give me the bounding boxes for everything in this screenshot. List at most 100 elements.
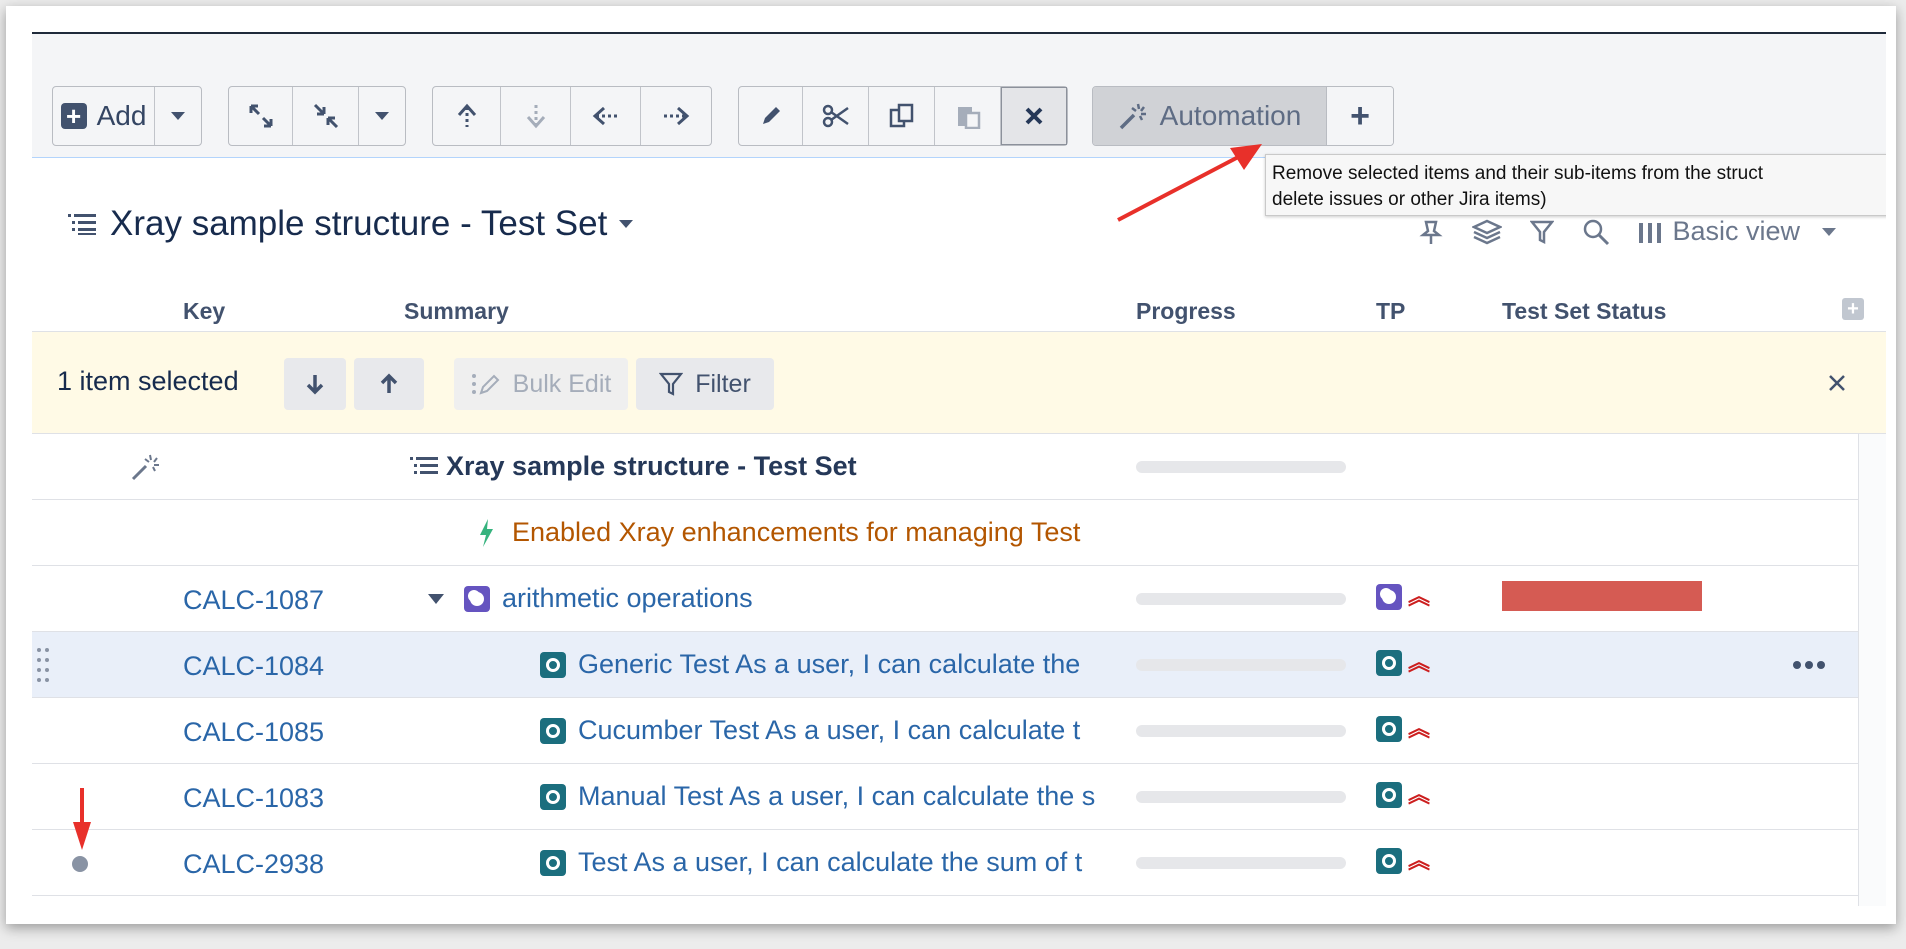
move-left-button[interactable] <box>571 87 641 145</box>
summary-cell: Generic Test As a user, I can calculate … <box>540 649 1130 680</box>
column-status[interactable]: Test Set Status <box>1502 298 1666 325</box>
table-row[interactable]: CALC-2938 Test As a user, I can calculat… <box>32 830 1858 896</box>
row-summary: Xray sample structure - Test Set <box>446 451 857 481</box>
column-progress[interactable]: Progress <box>1136 298 1236 325</box>
cut-button[interactable] <box>803 87 869 145</box>
plus-icon: + <box>1350 96 1370 135</box>
row-summary[interactable]: Enabled Xray enhancements for managing T… <box>512 517 1080 548</box>
test-icon <box>1376 782 1402 808</box>
app-window: + Add Automation + Remove selected items… <box>6 6 1896 924</box>
add-automation-button[interactable]: + <box>1327 87 1393 145</box>
row-summary[interactable]: arithmetic operations <box>502 583 753 614</box>
add-button[interactable]: + Add <box>53 87 155 145</box>
summary-cell: arithmetic operations <box>428 583 753 614</box>
add-column-button[interactable]: + <box>1842 298 1864 320</box>
lightning-icon <box>480 518 493 547</box>
row-summary[interactable]: Manual Test As a user, I can calculate t… <box>578 781 1095 812</box>
arrow-left-icon <box>592 106 618 126</box>
tp-cell: ︽ <box>1376 584 1430 610</box>
plus-icon: + <box>60 103 87 129</box>
remove-tooltip: Remove selected items and their sub-item… <box>1265 154 1886 216</box>
structure-title: Xray sample structure - Test Set <box>110 204 608 243</box>
tp-cell: ︽ <box>1376 848 1430 874</box>
add-label: Add <box>96 100 147 131</box>
summary-cell: Manual Test As a user, I can calculate t… <box>540 781 1130 812</box>
paste-icon <box>957 107 980 129</box>
view-tools: Basic view <box>1418 216 1836 247</box>
test-set-icon <box>1376 584 1402 610</box>
tooltip-line-2: delete issues or other Jira items) <box>1272 189 1547 210</box>
bulk-edit-icon <box>471 374 500 395</box>
annotation-arrow-icon <box>73 788 91 850</box>
layers-icon[interactable] <box>1472 219 1503 245</box>
clear-selection-button[interactable] <box>1828 366 1846 400</box>
summary-cell: Test As a user, I can calculate the sum … <box>540 847 1130 878</box>
row-summary[interactable]: Test As a user, I can calculate the sum … <box>578 847 1082 878</box>
test-icon <box>540 849 566 876</box>
view-selector[interactable]: Basic view <box>1638 216 1836 247</box>
table-row[interactable]: Xray sample structure - Test Set <box>32 434 1858 500</box>
table-row[interactable]: Enabled Xray enhancements for managing T… <box>32 500 1858 566</box>
drag-dot-icon[interactable] <box>72 856 88 872</box>
move-right-button[interactable] <box>641 87 711 145</box>
drag-handle-icon[interactable] <box>36 646 50 686</box>
arrow-up-icon <box>380 373 398 393</box>
priority-highest-icon: ︽ <box>1408 584 1431 609</box>
chevron-down-icon[interactable] <box>428 593 444 604</box>
paste-button[interactable] <box>935 87 1001 145</box>
row-summary[interactable]: Generic Test As a user, I can calculate … <box>578 649 1080 680</box>
tp-cell: ︽ <box>1376 782 1430 808</box>
issue-key-link[interactable]: CALC-1083 <box>183 783 324 814</box>
issue-key-link[interactable]: CALC-1084 <box>183 651 324 682</box>
expand-arrows-icon <box>249 104 272 128</box>
issue-key-link[interactable]: CALC-1085 <box>183 717 324 748</box>
test-set-icon <box>464 585 490 612</box>
table-row[interactable]: CALC-1085 Cucumber Test As a user, I can… <box>32 698 1858 764</box>
copy-icon <box>889 103 913 128</box>
chevron-down-icon <box>375 112 389 120</box>
progress-bar <box>1136 659 1346 671</box>
magic-wand-icon <box>131 454 159 481</box>
structure-icon <box>410 456 438 474</box>
filter-button[interactable]: Filter <box>636 358 774 410</box>
column-tp[interactable]: TP <box>1376 298 1405 325</box>
move-down-button[interactable] <box>501 87 571 145</box>
progress-bar <box>1136 791 1346 803</box>
filter-icon[interactable] <box>1530 219 1555 245</box>
view-label: Basic view <box>1672 216 1800 246</box>
summary-cell: Cucumber Test As a user, I can calculate… <box>540 715 1130 746</box>
column-summary[interactable]: Summary <box>404 298 509 325</box>
priority-highest-icon: ︽ <box>1408 650 1431 675</box>
test-icon <box>540 651 566 678</box>
select-next-button[interactable] <box>284 358 346 410</box>
row-summary[interactable]: Cucumber Test As a user, I can calculate… <box>578 715 1080 746</box>
issue-key-link[interactable]: CALC-1087 <box>183 585 324 616</box>
test-icon <box>540 717 566 744</box>
structure-icon <box>68 214 96 235</box>
table-row[interactable]: CALC-1087 arithmetic operations ︽ <box>32 566 1858 632</box>
table-row[interactable]: CALC-1083 Manual Test As a user, I can c… <box>32 764 1858 830</box>
copy-button[interactable] <box>869 87 935 145</box>
search-icon[interactable] <box>1582 218 1610 246</box>
structure-header[interactable]: Xray sample structure - Test Set <box>68 202 634 246</box>
expand-button[interactable] <box>229 87 293 145</box>
select-previous-button[interactable] <box>354 358 424 410</box>
move-up-button[interactable] <box>433 87 501 145</box>
bulk-edit-button[interactable]: Bulk Edit <box>454 358 628 410</box>
progress-bar <box>1136 725 1346 737</box>
issue-key-link[interactable]: CALC-2938 <box>183 849 324 880</box>
scrollbar[interactable] <box>1858 434 1886 906</box>
column-key[interactable]: Key <box>183 298 225 325</box>
edit-button[interactable] <box>739 87 803 145</box>
progress-bar <box>1136 593 1346 605</box>
arrow-down-icon <box>526 105 545 129</box>
status-bar <box>1502 581 1702 611</box>
collapse-dropdown-button[interactable] <box>359 87 405 145</box>
remove-button[interactable] <box>1001 87 1067 145</box>
table-row-selected[interactable]: CALC-1084 Generic Test As a user, I can … <box>32 632 1858 698</box>
collapse-button[interactable] <box>293 87 359 145</box>
priority-highest-icon: ︽ <box>1408 782 1431 807</box>
add-dropdown-button[interactable] <box>155 87 201 145</box>
pin-icon[interactable] <box>1418 219 1444 245</box>
more-actions-icon[interactable] <box>1792 660 1826 670</box>
